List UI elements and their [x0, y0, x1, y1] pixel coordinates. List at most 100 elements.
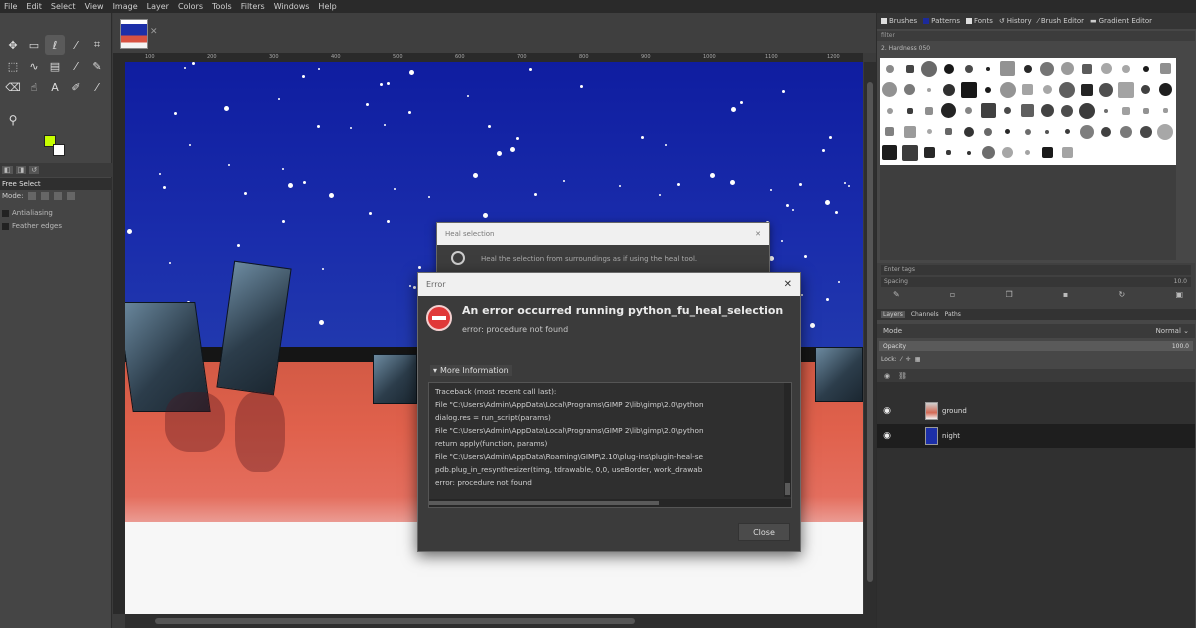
brush-thumbnail[interactable]	[1038, 121, 1058, 142]
brush-thumbnail[interactable]	[1038, 142, 1058, 163]
scrollbar-thumb[interactable]	[867, 82, 873, 582]
brush-thumbnail[interactable]	[919, 142, 939, 163]
brush-thumbnail[interactable]	[1097, 79, 1117, 100]
menu-windows[interactable]: Windows	[274, 2, 310, 11]
edit-brush-icon[interactable]: ✎	[893, 290, 900, 299]
tab-brushes[interactable]: Brushes	[881, 17, 917, 25]
brush-thumbnail[interactable]	[1038, 79, 1058, 100]
brush-thumbnail[interactable]	[1136, 79, 1156, 100]
undo-tab-icon[interactable]: ↺	[29, 166, 40, 174]
vertical-scrollbar[interactable]	[864, 62, 876, 614]
brush-thumbnail[interactable]	[900, 58, 920, 79]
gradient-tool-icon[interactable]: ▤	[45, 56, 65, 76]
horizontal-ruler[interactable]: 100 200 300 400 500 600 700 800 900 1000 1100 1200	[125, 53, 863, 62]
brush-thumbnail[interactable]	[1057, 121, 1077, 142]
brush-thumbnail[interactable]	[1057, 100, 1077, 121]
fuzzy-select-tool-icon[interactable]: ⁄	[66, 35, 86, 55]
tab-history[interactable]: ↺ History	[999, 17, 1032, 25]
brush-thumbnail[interactable]	[880, 100, 900, 121]
crop-tool-icon[interactable]: ⌗	[87, 35, 107, 55]
brush-thumbnail[interactable]	[959, 121, 979, 142]
menu-image[interactable]: Image	[113, 2, 138, 11]
close-button[interactable]: Close	[738, 523, 790, 541]
brush-thumbnail[interactable]	[880, 121, 900, 142]
device-status-tab-icon[interactable]: ◨	[15, 166, 27, 174]
brush-thumbnail[interactable]	[900, 142, 920, 163]
brush-thumbnail[interactable]	[1156, 100, 1176, 121]
brush-filter-field[interactable]: filter	[877, 31, 1195, 41]
brush-thumbnail[interactable]	[978, 142, 998, 163]
background-color-swatch[interactable]	[53, 144, 65, 156]
brush-thumbnail[interactable]	[1097, 121, 1117, 142]
brush-thumbnail[interactable]	[919, 58, 939, 79]
clone-tool-icon[interactable]: ✎	[87, 56, 107, 76]
feather-option[interactable]: Feather edges	[0, 222, 62, 230]
brush-thumbnail[interactable]	[1038, 100, 1058, 121]
brush-thumbnail[interactable]	[998, 79, 1018, 100]
lock-alpha-icon[interactable]: ▦	[915, 356, 921, 363]
brush-as-image-icon[interactable]: ▣	[1175, 290, 1183, 299]
close-icon[interactable]: ✕	[755, 230, 761, 238]
brush-thumbnail[interactable]	[1038, 58, 1058, 79]
visibility-eye-icon[interactable]: ◉	[877, 406, 897, 416]
scrollbar-thumb[interactable]	[155, 618, 635, 624]
brush-thumbnail[interactable]	[1136, 58, 1156, 79]
tool-options-tab-icon[interactable]: ◧	[2, 166, 13, 174]
zoom-tool-icon[interactable]: ⚲	[3, 110, 23, 130]
brush-thumbnail[interactable]	[978, 58, 998, 79]
new-brush-icon[interactable]: ▫	[950, 290, 955, 299]
antialiasing-checkbox[interactable]	[2, 209, 9, 217]
brush-thumbnail[interactable]	[1156, 121, 1176, 142]
close-icon[interactable]: ✕	[784, 279, 792, 290]
brush-thumbnail[interactable]	[919, 100, 939, 121]
brush-thumbnail[interactable]	[998, 100, 1018, 121]
tab-brush-editor[interactable]: ⁄ Brush Editor	[1038, 17, 1084, 25]
brush-thumbnail[interactable]	[1018, 58, 1038, 79]
brush-thumbnail[interactable]	[919, 79, 939, 100]
menu-help[interactable]: Help	[318, 2, 336, 11]
brush-thumbnail[interactable]	[939, 58, 959, 79]
brush-thumbnail[interactable]	[1116, 100, 1136, 121]
brush-thumbnail[interactable]	[1077, 121, 1097, 142]
traceback-vertical-scrollbar[interactable]	[784, 383, 791, 497]
traceback-horizontal-scrollbar[interactable]	[429, 499, 791, 507]
duplicate-brush-icon[interactable]: ❐	[1006, 290, 1013, 299]
layer-name[interactable]: ground	[942, 407, 967, 415]
visibility-eye-icon[interactable]: ◉	[877, 431, 897, 441]
refresh-brushes-icon[interactable]: ↻	[1119, 290, 1126, 299]
brush-thumbnail[interactable]	[900, 100, 920, 121]
brush-thumbnail[interactable]	[1077, 100, 1097, 121]
horizontal-scrollbar[interactable]	[125, 614, 876, 628]
brush-thumbnail[interactable]	[939, 100, 959, 121]
move-tool-icon[interactable]: ✥	[3, 35, 23, 55]
smudge-tool-icon[interactable]: ☝	[24, 77, 44, 97]
path-tool-icon[interactable]: A	[45, 77, 65, 97]
brush-thumbnail[interactable]	[1136, 121, 1156, 142]
brush-thumbnail[interactable]	[880, 79, 900, 100]
menu-filters[interactable]: Filters	[241, 2, 265, 11]
brush-thumbnail[interactable]	[1057, 58, 1077, 79]
brush-thumbnail[interactable]	[939, 142, 959, 163]
warp-tool-icon[interactable]: ∿	[24, 56, 44, 76]
menu-tools[interactable]: Tools	[212, 2, 232, 11]
layer-mode-select[interactable]: Normal ⌄	[1156, 327, 1189, 335]
menu-colors[interactable]: Colors	[178, 2, 203, 11]
brush-thumbnail[interactable]	[959, 100, 979, 121]
brush-thumbnail[interactable]	[1116, 121, 1136, 142]
brush-thumbnail[interactable]	[1097, 100, 1117, 121]
brush-thumbnail[interactable]	[1156, 79, 1176, 100]
brush-thumbnail[interactable]	[1077, 79, 1097, 100]
menu-select[interactable]: Select	[51, 2, 76, 11]
brush-thumbnail[interactable]	[1018, 121, 1038, 142]
more-information-expander[interactable]: ▾ More Information	[430, 365, 512, 376]
brush-thumbnail[interactable]	[880, 142, 900, 163]
brush-thumbnail[interactable]	[900, 79, 920, 100]
layer-name[interactable]: night	[942, 432, 960, 440]
brush-thumbnail[interactable]	[998, 58, 1018, 79]
menu-file[interactable]: File	[4, 2, 17, 11]
brush-thumbnail[interactable]	[1136, 100, 1156, 121]
paintbrush-tool-icon[interactable]: ⁄	[66, 56, 86, 76]
brush-thumbnail[interactable]	[1077, 58, 1097, 79]
brush-thumbnail[interactable]	[1018, 79, 1038, 100]
brush-thumbnail[interactable]	[1097, 58, 1117, 79]
